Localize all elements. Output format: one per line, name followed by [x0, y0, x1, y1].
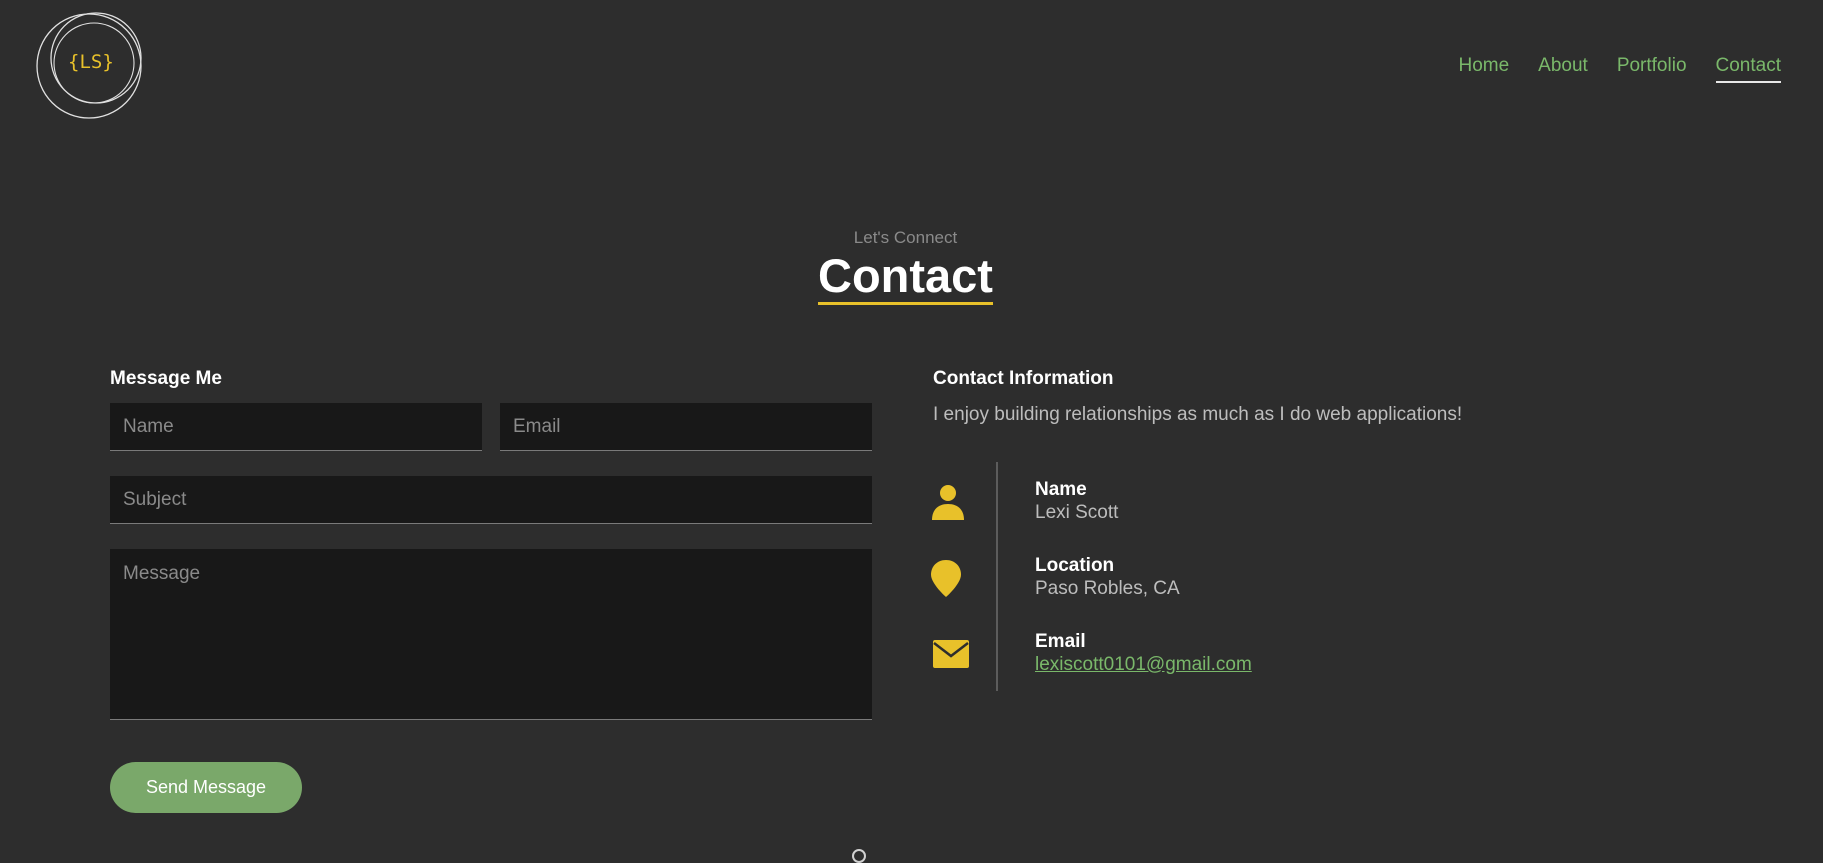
name-input[interactable] [110, 403, 482, 451]
send-message-button[interactable]: Send Message [110, 762, 302, 813]
logo-circles-icon [36, 12, 142, 119]
contact-info-text: I enjoy building relationships as much a… [933, 404, 1463, 425]
info-divider [996, 462, 998, 691]
subject-input[interactable] [110, 476, 872, 524]
scroll-indicator [852, 849, 866, 863]
contact-info-heading: Contact Information [933, 368, 1114, 389]
info-item-email: Email lexiscott0101@gmail.com [1035, 630, 1252, 676]
main-nav: Home About Portfolio Contact [1429, 54, 1781, 83]
info-item-location: Location Paso Robles, CA [1035, 554, 1180, 600]
nav-portfolio[interactable]: Portfolio [1617, 54, 1687, 83]
info-label: Name [1035, 479, 1087, 500]
map-pin-icon [926, 558, 966, 598]
envelope-icon [931, 634, 971, 674]
message-textarea[interactable] [110, 549, 872, 720]
nav-contact[interactable]: Contact [1715, 54, 1781, 83]
info-value: Lexi Scott [1035, 502, 1119, 523]
section-subtitle: Let's Connect [853, 228, 958, 247]
info-value-wrapper: lexiscott0101@gmail.com [1035, 653, 1252, 676]
info-label: Location [1035, 555, 1115, 576]
person-icon [928, 482, 968, 522]
page-title: Contact [818, 250, 993, 305]
info-label: Email [1035, 631, 1086, 652]
page-title-wrapper: Contact [0, 248, 1811, 305]
email-link[interactable]: lexiscott0101@gmail.com [1035, 654, 1252, 675]
logo[interactable] [34, 8, 152, 120]
nav-home[interactable]: Home [1458, 54, 1509, 83]
email-input[interactable] [500, 403, 872, 451]
info-value: Paso Robles, CA [1035, 578, 1180, 599]
nav-about[interactable]: About [1538, 54, 1588, 83]
form-heading: Message Me [110, 368, 222, 389]
info-item-name: Name Lexi Scott [1035, 478, 1118, 524]
